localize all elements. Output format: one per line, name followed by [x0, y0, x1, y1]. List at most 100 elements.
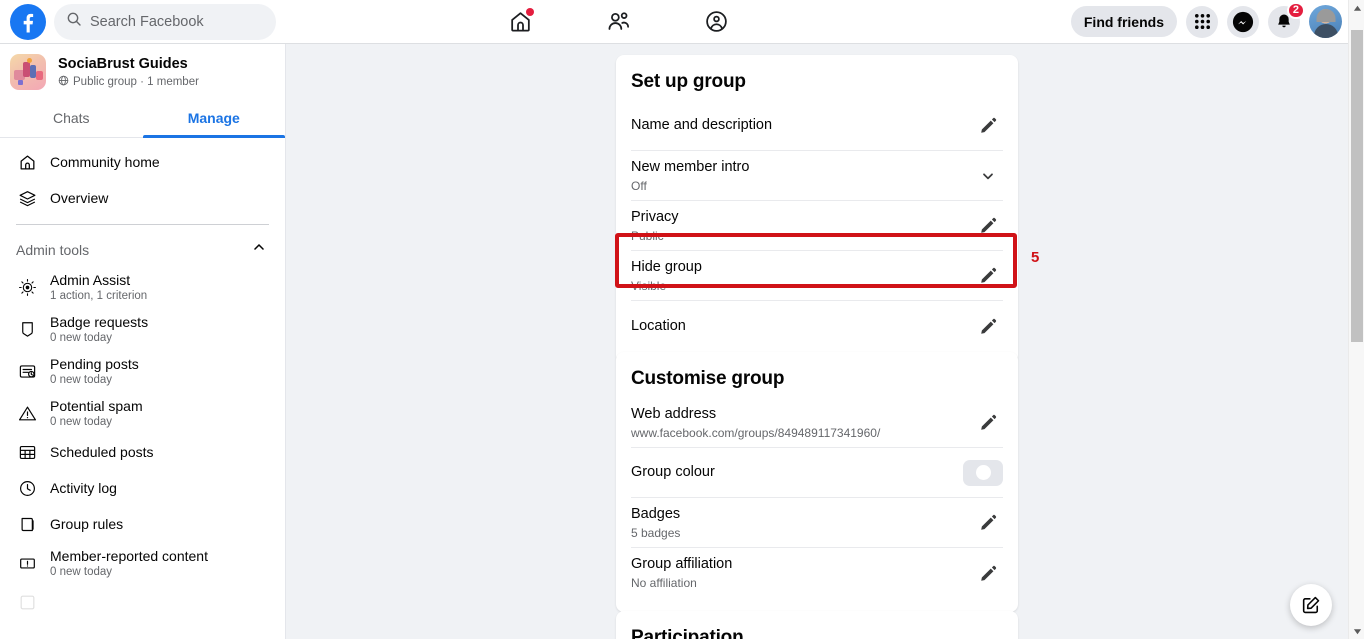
tab-chats[interactable]: Chats — [0, 98, 143, 137]
tab-manage[interactable]: Manage — [142, 98, 286, 138]
group-colour-swatch[interactable] — [963, 459, 1003, 486]
scrollbar-thumb[interactable] — [1351, 30, 1363, 342]
card-set-up-group: Set up group Name and description New me… — [616, 55, 1018, 363]
row-label: Web address — [631, 405, 717, 422]
search-box[interactable] — [54, 3, 276, 40]
sidebar-item-overview[interactable]: Overview — [8, 180, 277, 216]
row-text: Privacy Public — [631, 208, 679, 244]
sidebar-item-sublabel: 0 new today — [50, 373, 113, 386]
row-text: Location — [631, 317, 686, 336]
row-sublabel: Visible — [631, 278, 667, 293]
row-new-member-intro[interactable]: New member intro Off — [631, 151, 1003, 201]
sidebar-item-pending-posts[interactable]: Pending posts 0 new today — [8, 350, 277, 392]
sidebar-item-text: Admin Assist 1 action, 1 criterion — [50, 272, 147, 303]
sidebar-item-label: Scheduled posts — [50, 444, 154, 460]
sidebar-item-partially-visible[interactable] — [8, 584, 277, 620]
groups-icon[interactable] — [701, 7, 731, 37]
edit-pencil-icon[interactable] — [973, 558, 1003, 588]
row-text: Name and description — [631, 116, 772, 135]
row-location[interactable]: Location — [631, 301, 1003, 351]
sidebar-divider — [16, 224, 269, 225]
sidebar-item-label: Potential spam — [50, 397, 143, 414]
sidebar-item-group-rules[interactable]: Group rules — [8, 506, 277, 542]
friends-icon[interactable] — [603, 7, 633, 37]
sidebar-item-sublabel: 1 action, 1 criterion — [50, 289, 148, 302]
topbar-center-nav — [505, 7, 731, 37]
card-participation: Participation — [616, 611, 1018, 639]
card-title: Participation — [631, 627, 744, 639]
group-sidebar: SociaBrust Guides Public group · 1 membe… — [0, 44, 286, 639]
chevron-down-icon[interactable] — [973, 161, 1003, 191]
sidebar-section-admin-tools[interactable]: Admin tools — [8, 233, 277, 266]
row-name-and-description[interactable]: Name and description — [631, 101, 1003, 151]
group-meta-text: Public group · 1 member — [73, 76, 199, 88]
sidebar-item-label: Community home — [50, 154, 160, 170]
row-badges[interactable]: Badges 5 badges — [631, 498, 1003, 548]
sidebar-item-label: Activity log — [50, 480, 117, 496]
row-sublabel: No affiliation — [631, 576, 697, 590]
edit-pencil-icon[interactable] — [973, 261, 1003, 291]
messenger-icon[interactable] — [1227, 5, 1259, 38]
row-web-address[interactable]: Web address www.facebook.com/groups/8494… — [631, 398, 1003, 448]
sidebar-item-activity-log[interactable]: Activity log — [8, 470, 277, 506]
group-header[interactable]: SociaBrust Guides Public group · 1 membe… — [0, 44, 285, 98]
warning-triangle-icon — [16, 402, 38, 424]
sidebar-item-label: Pending posts — [50, 355, 139, 372]
exclamation-box-icon — [16, 552, 38, 574]
row-group-affiliation[interactable]: Group affiliation No affiliation — [631, 548, 1003, 598]
row-label: Privacy — [631, 208, 679, 225]
row-text: Group colour — [631, 463, 715, 482]
sidebar-item-admin-assist[interactable]: Admin Assist 1 action, 1 criterion — [8, 266, 277, 308]
pending-posts-icon — [16, 360, 38, 382]
sidebar-item-community-home[interactable]: Community home — [8, 144, 277, 180]
row-text: New member intro Off — [631, 158, 749, 194]
row-label: Group affiliation — [631, 556, 733, 572]
compose-edit-icon[interactable] — [1290, 584, 1332, 626]
home-outline-icon — [16, 151, 38, 173]
vertical-scrollbar[interactable] — [1348, 0, 1364, 639]
edit-pencil-icon[interactable] — [973, 508, 1003, 538]
calendar-grid-icon — [16, 441, 38, 463]
topbar-right-group: Find friends 2 — [1070, 1, 1342, 38]
placeholder-icon — [16, 591, 38, 613]
row-text: Group affiliation No affiliation — [631, 555, 732, 591]
row-label: Group colour — [631, 464, 715, 480]
sidebar-item-label: Member-reported content — [50, 547, 208, 564]
edit-pencil-icon[interactable] — [973, 408, 1003, 438]
search-input[interactable] — [90, 13, 260, 30]
sidebar-item-member-reported-content[interactable]: Member-reported content 0 new today — [8, 542, 277, 584]
sidebar-item-text: Member-reported content 0 new today — [50, 548, 208, 579]
badge-icon — [16, 318, 38, 340]
group-name: SociaBrust Guides — [58, 56, 188, 72]
edit-pencil-icon[interactable] — [973, 111, 1003, 141]
row-group-colour[interactable]: Group colour — [631, 448, 1003, 498]
row-hide-group[interactable]: Hide group Visible — [631, 251, 1003, 301]
sidebar-item-label: Admin Assist — [50, 271, 131, 288]
sidebar-item-potential-spam[interactable]: Potential spam 0 new today — [8, 392, 277, 434]
search-icon — [66, 11, 82, 32]
facebook-logo-icon[interactable] — [10, 3, 46, 40]
find-friends-button[interactable]: Find friends — [1070, 6, 1177, 37]
sidebar-scroll-area: Community home Overview Admin tools Admi… — [0, 138, 285, 639]
home-icon[interactable] — [505, 7, 535, 37]
scroll-down-arrow-icon[interactable] — [1349, 623, 1364, 639]
clock-icon — [16, 477, 38, 499]
row-text: Badges 5 badges — [631, 505, 680, 541]
grid-menu-icon[interactable] — [1186, 5, 1218, 38]
profile-avatar[interactable] — [1309, 5, 1342, 38]
row-privacy[interactable]: Privacy Public — [631, 201, 1003, 251]
chevron-up-icon[interactable] — [251, 239, 267, 260]
row-text: Hide group Visible — [631, 258, 702, 294]
sidebar-item-sublabel: 0 new today — [50, 565, 113, 578]
sidebar-item-text: Potential spam 0 new today — [50, 398, 143, 429]
bell-icon[interactable]: 2 — [1268, 1, 1305, 38]
scroll-up-arrow-icon[interactable] — [1349, 0, 1364, 16]
sidebar-item-scheduled-posts[interactable]: Scheduled posts — [8, 434, 277, 470]
edit-pencil-icon[interactable] — [973, 211, 1003, 241]
row-sublabel: www.facebook.com/groups/849489117341960/ — [631, 425, 881, 440]
sidebar-item-label: Group rules — [50, 516, 124, 532]
globe-icon — [58, 75, 69, 89]
edit-pencil-icon[interactable] — [973, 311, 1003, 341]
sidebar-item-badge-requests[interactable]: Badge requests 0 new today — [8, 308, 277, 350]
group-meta: Public group · 1 member — [58, 75, 199, 89]
